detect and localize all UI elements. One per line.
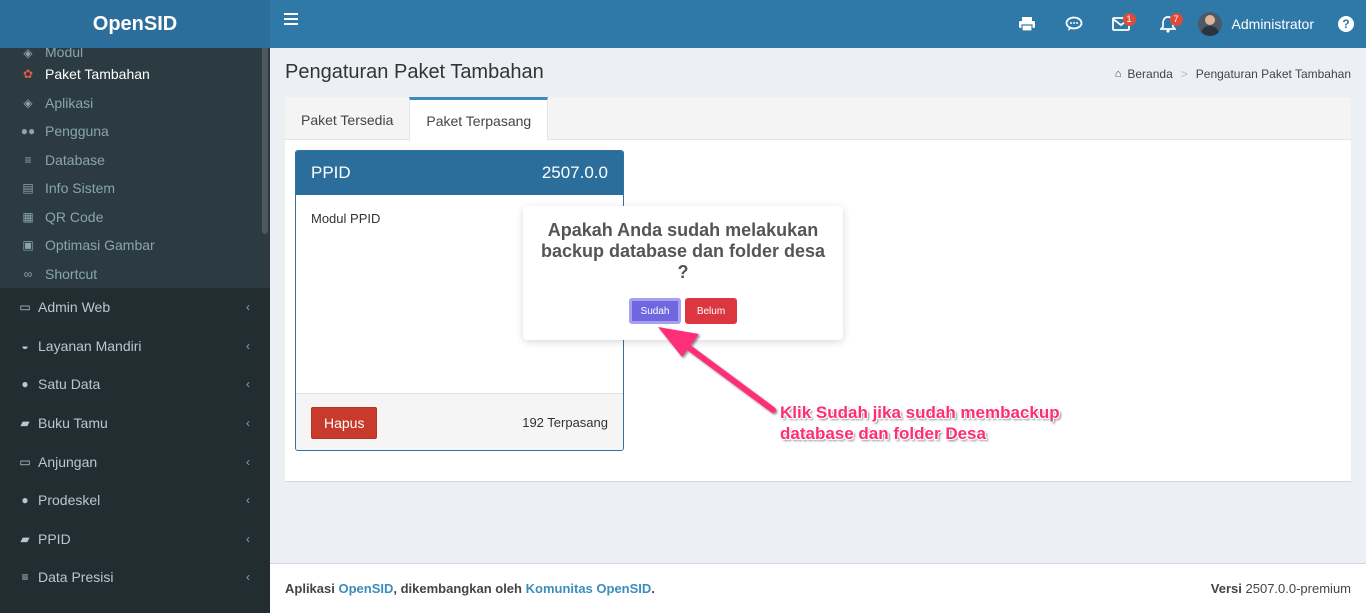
dialog-title: Apakah Anda sudah melakukan backup datab… — [540, 220, 826, 282]
dialog-actions: Sudah Belum — [523, 298, 843, 324]
cancel-button[interactable]: Belum — [685, 298, 737, 324]
dialog-overlay: Apakah Anda sudah melakukan backup datab… — [0, 0, 1366, 613]
confirm-button[interactable]: Sudah — [629, 298, 681, 324]
annotation-text: Klik Sudah jika sudah membackup database… — [780, 403, 1060, 443]
confirm-dialog: Apakah Anda sudah melakukan backup datab… — [523, 206, 843, 340]
